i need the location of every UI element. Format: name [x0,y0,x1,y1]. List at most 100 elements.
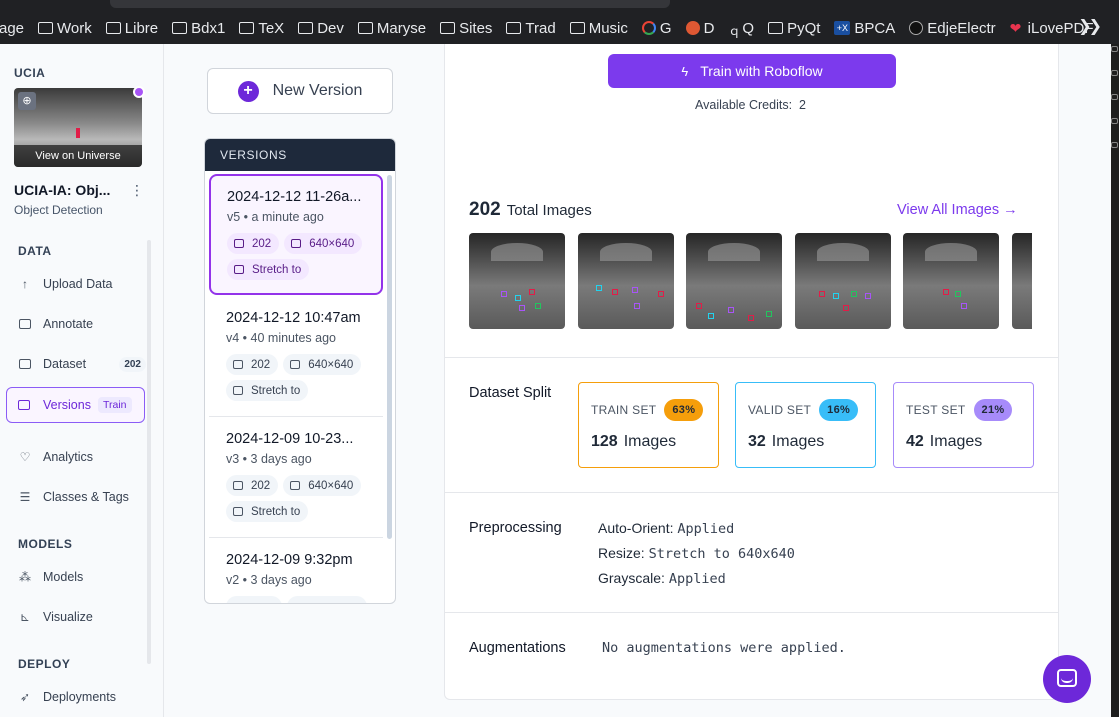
rocket-icon: ➶ [19,690,31,704]
preprocessing-value: Stretch to 640x640 [648,546,795,562]
dataset-image-thumbnail[interactable] [903,233,999,329]
augmentations-value: No augmentations were applied. [602,640,846,656]
stretch-chip: Stretch to [226,380,309,401]
workspace-name: UCIA [14,66,46,80]
sidebar-item-versions[interactable]: Versions Train [18,394,138,416]
sidebar-scrollbar[interactable] [147,240,151,664]
bookmark-label: Dev [317,19,344,37]
folder-icon [105,22,121,34]
split-percent-badge: 63% [664,399,704,421]
sidebar-item-label: Dataset [43,357,87,371]
bookmark-label: Libre [124,19,159,37]
version-subtitle: v5 • a minute ago [227,210,324,224]
annotation-box [519,305,525,311]
bookmark-bpca[interactable]: +X BPCA [834,0,895,44]
preprocessing-resize: Resize: Stretch to 640x640 [598,545,795,562]
dataset-image-thumbnail[interactable] [1012,233,1032,329]
new-version-button[interactable]: + New Version [207,68,393,114]
chip-text: Stretch to [251,505,301,518]
edge-icon [1111,118,1118,124]
bookmark-label: Music [588,19,628,37]
image-count-chip [226,596,282,603]
size-chip [287,596,367,603]
bookmark-label: age [0,19,25,37]
version-date: 2024-12-09 10-23... [226,431,354,447]
annotation-box [833,293,839,299]
bookmark-age[interactable]: age [0,0,24,44]
image-count-chip: 202 [226,475,279,496]
annotation-box [748,315,754,321]
split-count: 42 Images [906,433,1033,451]
more-bookmarks-chevron-icon[interactable]: ❯❯ [1078,16,1102,36]
sidebar-item-visualize[interactable]: ⊾ Visualize [18,606,146,628]
version-card-v4[interactable]: 2024-12-12 10:47am v4 • 40 minutes ago 2… [209,296,383,417]
valid-set-card[interactable]: VALID SET 16% 32 Images [735,382,876,468]
version-subtitle: v4 • 40 minutes ago [226,331,336,345]
bookmark-label: Q [742,19,755,37]
address-bar-remnant[interactable] [110,0,670,8]
view-on-universe-link[interactable]: View on Universe [14,145,142,167]
resize-icon [290,360,301,369]
project-thumbnail[interactable]: ⊕ View on Universe [14,88,142,167]
image-icon [234,239,244,248]
project-name[interactable]: UCIA-IA: Obj... [14,182,110,198]
dataset-image-thumbnail[interactable] [686,233,782,329]
dataset-image-thumbnail[interactable] [578,233,674,329]
size-chip: 640×640 [284,233,363,254]
annotation-box [612,289,618,295]
train-set-card[interactable]: TRAIN SET 63% 128 Images [578,382,719,468]
chip-text: Stretch to [252,263,302,276]
globe-icon: ⊕ [18,92,36,110]
sidebar-item-deployments[interactable]: ➶ Deployments [18,686,146,708]
annotation-box [943,289,949,295]
split-name-text: TEST SET [906,403,966,417]
chat-support-button[interactable] [1043,655,1091,703]
version-card-v3[interactable]: 2024-12-09 10-23... v3 • 3 days ago 202 … [209,417,383,538]
sidebar-item-analytics[interactable]: ♡ Analytics [18,446,146,468]
version-subtitle: v2 • 3 days ago [226,573,312,587]
section-data-heading: DATA [18,244,52,258]
total-images: 202 Total Images [469,199,592,221]
duckduckgo-icon [685,21,700,35]
new-version-label: New Version [272,82,363,99]
annotation-box [961,303,967,309]
bookmark-duckduckgo[interactable]: D [685,0,714,44]
sidebar-item-models[interactable]: ⁂ Models [18,566,146,588]
versions-scrollbar[interactable] [387,175,392,539]
sidebar-item-annotate[interactable]: Annotate [18,313,146,335]
split-percent-badge: 21% [973,399,1013,421]
bookmark-pyqt[interactable]: PyQt [768,0,820,44]
annotation-box [728,307,734,313]
image-icon [233,481,243,490]
network-icon: ⁂ [19,570,31,584]
view-all-images-link[interactable]: View All Images → [897,202,1018,218]
image-content [491,243,543,261]
dataset-image-thumbnail[interactable] [469,233,565,329]
sidebar-item-upload-data[interactable]: ↑ Upload Data [18,273,146,295]
test-set-card[interactable]: TEST SET 21% 42 Images [893,382,1034,468]
version-date: 2024-12-09 9:32pm [226,552,353,568]
preprocessing-label: Preprocessing [469,520,562,536]
sidebar-item-classes-tags[interactable]: ☰ Classes & Tags [18,486,146,508]
version-card-v2[interactable]: 2024-12-09 9:32pm v2 • 3 days ago [209,538,383,603]
edge-icon [1111,70,1118,76]
image-content [817,243,869,261]
dataset-image-thumbnail[interactable] [795,233,891,329]
bookmark-label: Maryse [376,19,427,37]
sidebar-item-dataset[interactable]: Dataset 202 [18,353,146,375]
annotation-box [696,303,702,309]
version-card-v5[interactable]: 2024-12-12 11-26a... v5 • a minute ago 2… [209,174,383,295]
bookmark-label: TeX [258,19,285,37]
bookmark-edjeelectr[interactable]: EdjeElectr [909,0,996,44]
folder-icon [440,22,456,34]
split-count: 32 Images [748,433,875,451]
stretch-chip: Stretch to [227,259,310,280]
lightning-icon: ϟ [681,63,689,79]
bookmark-qwant[interactable]: ｑQ [728,0,754,44]
chip-text: 640×640 [308,358,354,371]
kebab-menu-icon[interactable]: ⋮ [130,182,144,199]
annotation-box [851,291,857,297]
annotation-box [632,287,638,293]
train-with-roboflow-button[interactable]: ϟ Train with Roboflow [608,54,896,88]
bookmark-work[interactable]: Work [38,0,92,44]
